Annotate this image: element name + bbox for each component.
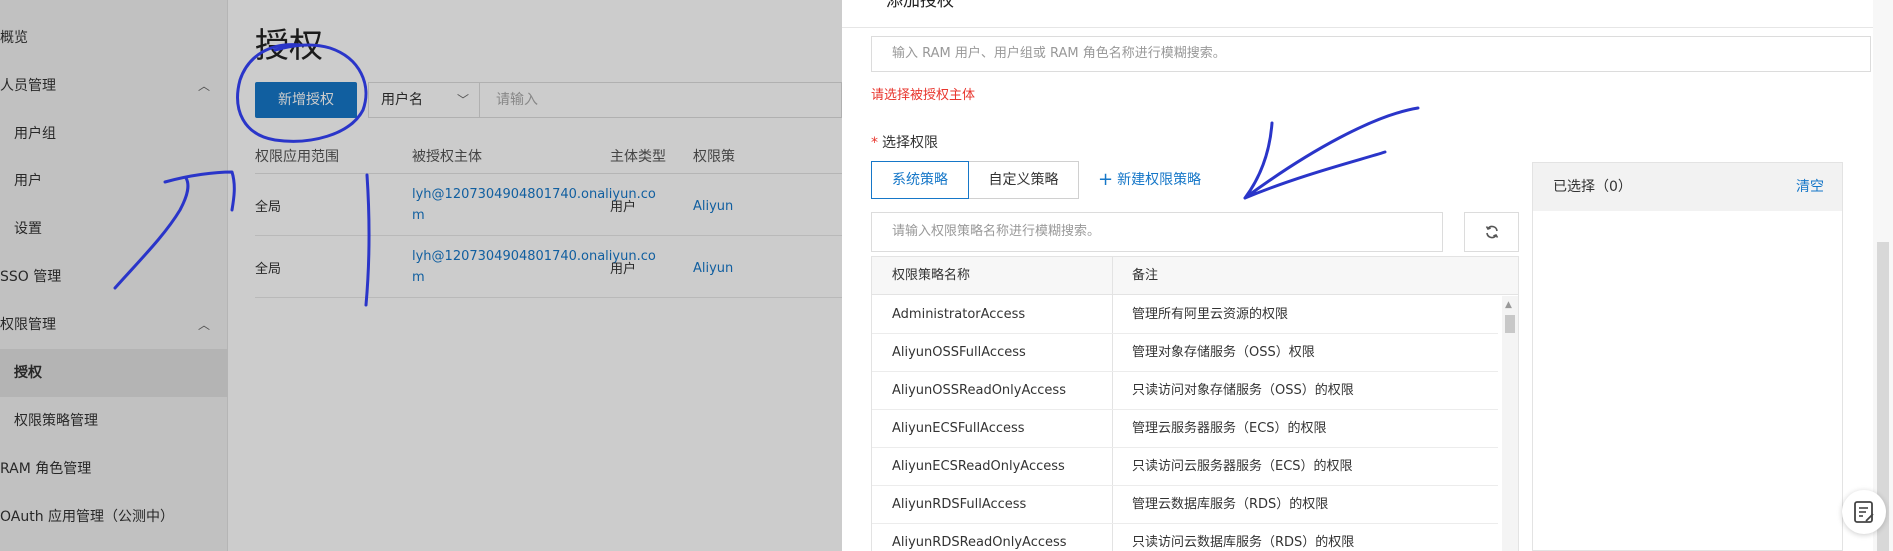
tab-system-policy[interactable]: 系统策略 bbox=[871, 161, 969, 199]
feedback-button[interactable] bbox=[1842, 490, 1886, 534]
select-permissions-label: * 选择权限 bbox=[871, 132, 938, 152]
principal-search-input[interactable]: 输入 RAM 用户、用户组或 RAM 角色名称进行模糊搜索。 bbox=[871, 36, 1871, 72]
policy-note: 管理所有阿里云资源的权限 bbox=[1132, 307, 1289, 322]
policy-row[interactable]: AdministratorAccess 管理所有阿里云资源的权限 bbox=[872, 296, 1498, 334]
policy-table-header: 权限策略名称 备注 bbox=[872, 257, 1518, 295]
policy-name: AdministratorAccess bbox=[892, 307, 1026, 322]
policy-name: AliyunOSSFullAccess bbox=[892, 345, 1026, 360]
policy-note: 只读访问云服务器服务（ECS）的权限 bbox=[1132, 459, 1353, 474]
policy-note: 管理云服务器服务（ECS）的权限 bbox=[1132, 421, 1327, 436]
policy-note: 管理云数据库服务（RDS）的权限 bbox=[1132, 497, 1329, 512]
policy-row[interactable]: AliyunRDSFullAccess 管理云数据库服务（RDS）的权限 bbox=[872, 486, 1498, 524]
selected-panel-header: 已选择（0） 清空 bbox=[1533, 163, 1842, 211]
principal-error-message: 请选择被授权主体 bbox=[871, 88, 976, 103]
policy-row[interactable]: AliyunECSFullAccess 管理云服务器服务（ECS）的权限 bbox=[872, 410, 1498, 448]
policy-row[interactable]: AliyunECSReadOnlyAccess 只读访问云服务器服务（ECS）的权… bbox=[872, 448, 1498, 486]
new-policy-label: 新建权限策略 bbox=[1117, 172, 1202, 188]
policy-row[interactable]: AliyunRDSReadOnlyAccess 只读访问云数据库服务（RDS）的权… bbox=[872, 524, 1498, 551]
clear-selection-link[interactable]: 清空 bbox=[1796, 163, 1824, 211]
label-text: 选择权限 bbox=[882, 135, 938, 151]
required-mark: * bbox=[871, 135, 878, 151]
drawer-scrollbar[interactable] bbox=[1873, 0, 1893, 551]
refresh-icon bbox=[1485, 225, 1498, 238]
policy-row[interactable]: AliyunOSSFullAccess 管理对象存储服务（OSS）权限 bbox=[872, 334, 1498, 372]
plus-icon: + bbox=[1098, 169, 1114, 190]
column-header: 权限策略名称 bbox=[892, 268, 971, 283]
policy-table-scrollbar[interactable]: ▲ bbox=[1502, 296, 1518, 551]
policy-search-input[interactable]: 请输入权限策略名称进行模糊搜索。 bbox=[871, 212, 1443, 252]
refresh-button[interactable] bbox=[1464, 212, 1519, 252]
policy-name: AliyunECSFullAccess bbox=[892, 421, 1025, 436]
selected-count: 已选择（0） bbox=[1553, 179, 1632, 195]
scroll-up-icon[interactable]: ▲ bbox=[1505, 300, 1512, 310]
tab-custom-policy[interactable]: 自定义策略 bbox=[969, 161, 1079, 199]
add-grant-drawer: 添加授权 输入 RAM 用户、用户组或 RAM 角色名称进行模糊搜索。 请选择被… bbox=[842, 0, 1893, 551]
column-header: 备注 bbox=[1132, 268, 1159, 283]
policy-name: AliyunRDSFullAccess bbox=[892, 497, 1027, 512]
policy-table: 权限策略名称 备注 AdministratorAccess 管理所有阿里云资源的权… bbox=[871, 256, 1519, 551]
policy-row[interactable]: AliyunOSSReadOnlyAccess 只读访问对象存储服务（OSS）的权… bbox=[872, 372, 1498, 410]
feedback-icon bbox=[1854, 501, 1874, 523]
policy-name: AliyunECSReadOnlyAccess bbox=[892, 459, 1065, 474]
new-policy-link[interactable]: + 新建权限策略 bbox=[1098, 161, 1201, 199]
drawer-header: 添加授权 bbox=[842, 0, 1893, 28]
drawer-title: 添加授权 bbox=[886, 0, 954, 11]
selected-policies-panel: 已选择（0） 清空 bbox=[1532, 162, 1843, 551]
modal-overlay[interactable] bbox=[0, 0, 842, 551]
scroll-thumb[interactable] bbox=[1505, 315, 1515, 333]
policy-name: AliyunRDSReadOnlyAccess bbox=[892, 535, 1067, 550]
policy-note: 管理对象存储服务（OSS）权限 bbox=[1132, 345, 1315, 360]
policy-note: 只读访问云数据库服务（RDS）的权限 bbox=[1132, 535, 1355, 550]
policy-name: AliyunOSSReadOnlyAccess bbox=[892, 383, 1066, 398]
policy-note: 只读访问对象存储服务（OSS）的权限 bbox=[1132, 383, 1354, 398]
